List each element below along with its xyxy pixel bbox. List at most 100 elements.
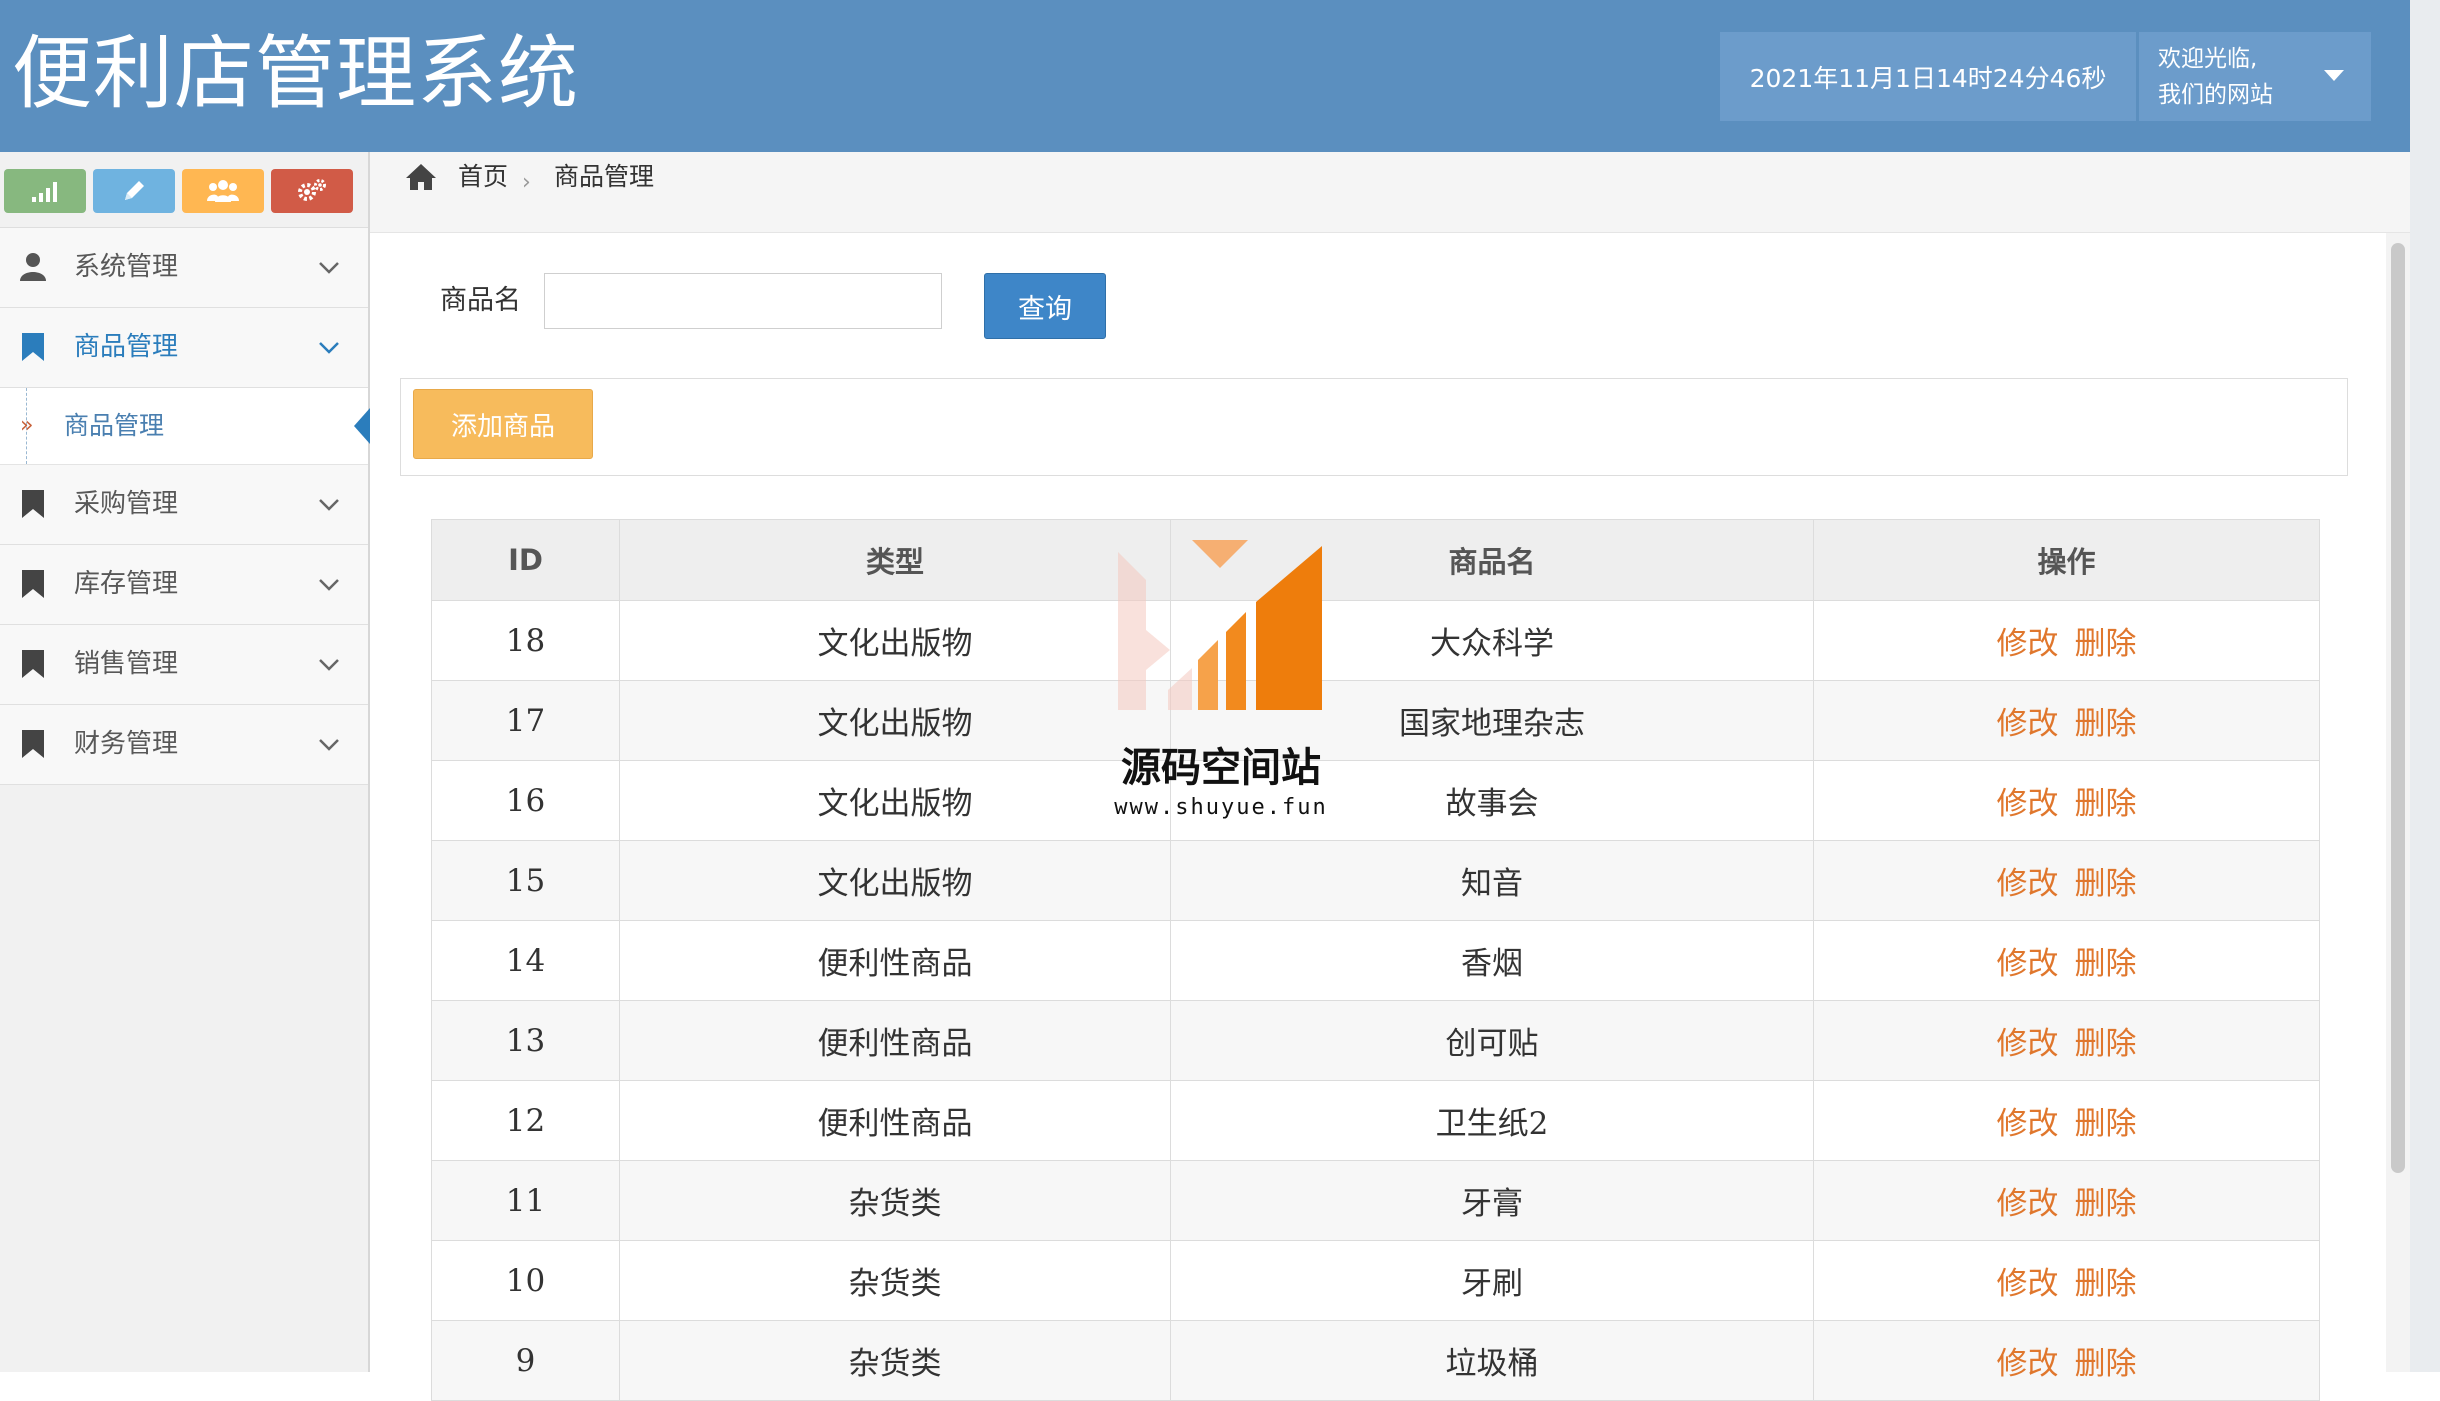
cell-name: 香烟 [1170,920,1814,1001]
query-button[interactable]: 查询 [984,273,1106,339]
edit-link[interactable]: 修改 [1997,626,2059,662]
edit-link[interactable]: 修改 [1997,1026,2059,1062]
sidebar-item-products[interactable]: 商品管理 [0,308,368,388]
cell-type: 便利性商品 [619,920,1171,1001]
main-content: 商品名 查询 添加商品 ID 类型 商品名 操作 18 文化出版物 大众科学 修… [370,233,2386,1401]
cell-type: 文化出版物 [619,680,1171,761]
edit-link[interactable]: 修改 [1997,1346,2059,1382]
delete-link[interactable]: 删除 [2075,786,2137,822]
chevron-down-icon [319,579,339,591]
column-header-type: 类型 [619,519,1171,601]
chevron-down-icon [319,499,339,511]
cell-type: 文化出版物 [619,760,1171,841]
user-greeting-line2: 我们的网站 [2158,82,2273,108]
user-menu[interactable]: 欢迎光临, 我们的网站 [2139,32,2371,121]
home-icon[interactable] [404,162,438,192]
column-header-actions: 操作 [1813,519,2320,601]
table-row: 15 文化出版物 知音 修改 删除 [431,840,2320,921]
shortcut-stats-button[interactable] [4,169,86,213]
cogs-icon [298,179,326,201]
sidebar-item-inventory[interactable]: 库存管理 [0,545,368,625]
chevron-down-icon [319,739,339,751]
sidebar-item-finance[interactable]: 财务管理 [0,705,368,785]
table-row: 14 便利性商品 香烟 修改 删除 [431,920,2320,1001]
breadcrumb-home-link[interactable]: 首页 [458,152,508,202]
chevron-down-icon [319,659,339,671]
cell-actions: 修改 删除 [1813,1320,2320,1401]
shortcut-edit-button[interactable] [93,169,175,213]
pencil-icon [125,181,144,200]
cell-name: 牙膏 [1170,1160,1814,1241]
table-row: 12 便利性商品 卫生纸2 修改 删除 [431,1080,2320,1161]
sidebar-subitem-product-management[interactable]: » 商品管理 [0,388,370,465]
column-header-id: ID [431,519,620,601]
cell-id: 13 [431,1000,620,1081]
cell-type: 杂货类 [619,1160,1171,1241]
table-row: 16 文化出版物 故事会 修改 删除 [431,760,2320,841]
cell-type: 便利性商品 [619,1080,1171,1161]
signal-icon [32,182,57,202]
shortcut-settings-button[interactable] [271,169,353,213]
delete-link[interactable]: 删除 [2075,626,2137,662]
edit-link[interactable]: 修改 [1997,866,2059,902]
sidebar-item-sales[interactable]: 销售管理 [0,625,368,705]
cell-type: 文化出版物 [619,840,1171,921]
delete-link[interactable]: 删除 [2075,946,2137,982]
cell-id: 11 [431,1160,620,1241]
bookmark-icon [22,570,44,598]
app-title: 便利店管理系统 [12,27,579,120]
delete-link[interactable]: 删除 [2075,706,2137,742]
delete-link[interactable]: 删除 [2075,1026,2137,1062]
edit-link[interactable]: 修改 [1997,706,2059,742]
product-name-search-input[interactable] [544,273,942,329]
edit-link[interactable]: 修改 [1997,1106,2059,1142]
chevron-down-icon [319,262,339,274]
sidebar-item-label: 财务管理 [74,729,179,759]
sidebar-subitem-label: 商品管理 [64,411,165,440]
shortcut-users-button[interactable] [182,169,264,213]
cell-actions: 修改 删除 [1813,1160,2320,1241]
vertical-scrollbar[interactable] [2386,233,2410,1372]
toolbar-panel: 添加商品 [400,378,2348,476]
sidebar-item-label: 库存管理 [74,569,179,599]
edit-link[interactable]: 修改 [1997,786,2059,822]
cell-name: 牙刷 [1170,1240,1814,1321]
edit-link[interactable]: 修改 [1997,1186,2059,1222]
caret-down-icon [2324,70,2344,81]
cell-type: 杂货类 [619,1240,1171,1321]
cell-name: 创可贴 [1170,1000,1814,1081]
datetime-display: 2021年11月1日14时24分46秒 [1720,32,2136,121]
sidebar-item-purchase[interactable]: 采购管理 [0,465,368,545]
edit-link[interactable]: 修改 [1997,946,2059,982]
cell-actions: 修改 删除 [1813,1080,2320,1161]
search-label: 商品名 [440,285,521,316]
delete-link[interactable]: 删除 [2075,1346,2137,1382]
delete-link[interactable]: 删除 [2075,1186,2137,1222]
sidebar-item-system[interactable]: 系统管理 [0,228,368,308]
cell-actions: 修改 删除 [1813,1240,2320,1321]
table-row: 18 文化出版物 大众科学 修改 删除 [431,600,2320,681]
table-row: 9 杂货类 垃圾桶 修改 删除 [431,1320,2320,1401]
sidebar: 系统管理 商品管理 » 商品管理 采购管理 库存管理 销售管理 财务管理 [0,152,370,1372]
sidebar-item-label: 系统管理 [74,252,179,282]
bookmark-icon [22,333,44,361]
cell-id: 14 [431,920,620,1001]
cell-id: 15 [431,840,620,921]
cell-name: 国家地理杂志 [1170,680,1814,761]
delete-link[interactable]: 删除 [2075,866,2137,902]
column-header-name: 商品名 [1170,519,1814,601]
cell-name: 知音 [1170,840,1814,921]
cell-actions: 修改 删除 [1813,600,2320,681]
add-product-button[interactable]: 添加商品 [413,389,593,459]
cell-id: 10 [431,1240,620,1321]
table-row: 13 便利性商品 创可贴 修改 删除 [431,1000,2320,1081]
cell-name: 垃圾桶 [1170,1320,1814,1401]
cell-name: 故事会 [1170,760,1814,841]
scrollbar-thumb[interactable] [2391,243,2405,1173]
delete-link[interactable]: 删除 [2075,1266,2137,1302]
breadcrumb-separator-icon: › [522,170,531,195]
edit-link[interactable]: 修改 [1997,1266,2059,1302]
breadcrumb: 首页 › 商品管理 [370,152,2410,233]
cell-actions: 修改 删除 [1813,920,2320,1001]
delete-link[interactable]: 删除 [2075,1106,2137,1142]
